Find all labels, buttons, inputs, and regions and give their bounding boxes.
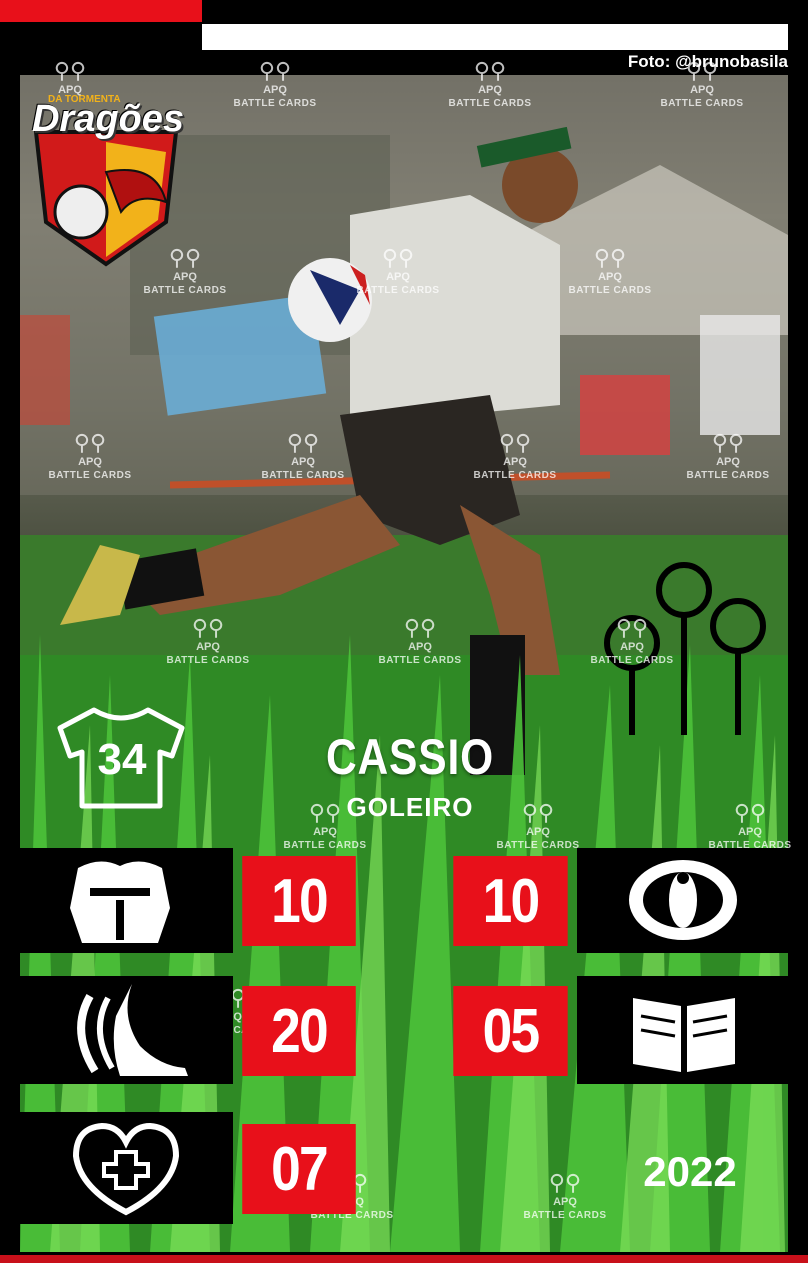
eye-icon	[629, 860, 737, 940]
watermark: ⚲⚲APQBATTLE CARDS	[378, 615, 462, 666]
stat-icon-panel	[577, 976, 788, 1084]
watermark: ⚲⚲APQBATTLE CARDS	[523, 1170, 607, 1221]
stat-health-value: 07	[242, 1124, 356, 1214]
stat-speed-value: 20	[242, 986, 356, 1076]
stat-eye-value: 10	[453, 856, 568, 946]
card-year: 2022	[643, 1148, 737, 1195]
watermark: ⚲⚲APQBATTLE CARDS	[660, 58, 744, 109]
stat-icon-panel	[20, 1112, 233, 1224]
watermark: ⚲⚲APQBATTLE CARDS	[686, 430, 770, 481]
watermark: ⚲⚲APQBATTLE CARDS	[233, 58, 317, 109]
health-heart-icon	[72, 1122, 180, 1216]
jersey-number: 34	[97, 735, 147, 784]
stat-armor-value: 10	[242, 856, 356, 946]
watermark: ⚲⚲APQBATTLE CARDS	[261, 430, 345, 481]
stat-icon-panel	[577, 848, 788, 953]
player-name: CASSIO	[325, 729, 495, 785]
armor-icon	[70, 861, 170, 943]
book-icon	[633, 998, 735, 1072]
speed-foot-icon	[77, 984, 188, 1076]
player-position: GOLEIRO	[346, 792, 474, 822]
watermark: ⚲⚲APQBATTLE CARDS	[356, 245, 440, 296]
watermark: ⚲⚲APQBATTLE CARDS	[143, 245, 227, 296]
stat-icon-panel	[20, 976, 233, 1084]
watermark: ⚲⚲APQBATTLE CARDS	[48, 430, 132, 481]
stat-book-value: 05	[453, 986, 568, 1076]
watermark: ⚲⚲APQBATTLE CARDS	[473, 430, 557, 481]
watermark: ⚲⚲APQBATTLE CARDS	[568, 245, 652, 296]
watermark: ⚲⚲ APQ	[53, 58, 87, 96]
watermark: ⚲⚲APQBATTLE CARDS	[448, 58, 532, 109]
stat-icon-panel	[20, 848, 233, 953]
top-white-bar	[202, 24, 788, 50]
watermark: ⚲⚲APQBATTLE CARDS	[166, 615, 250, 666]
bottom-red-bar	[0, 1255, 808, 1263]
watermark: ⚲⚲APQBATTLE CARDS	[590, 615, 674, 666]
battle-card: Foto: @brunobasila DA TORMENTA Dragões ⚲…	[0, 0, 808, 1263]
top-red-bar	[0, 0, 202, 22]
